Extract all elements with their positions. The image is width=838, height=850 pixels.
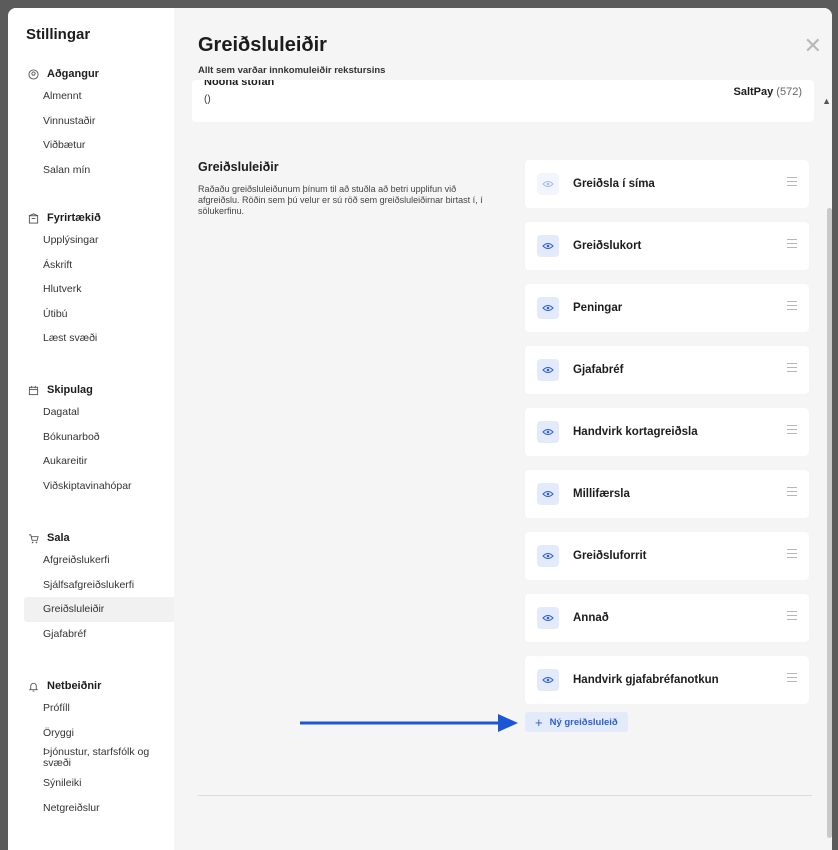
divider bbox=[198, 795, 812, 796]
sidebar-item-netgreidslur[interactable]: Netgreiðslur bbox=[24, 796, 176, 821]
sidebar-item-dagatal[interactable]: Dagatal bbox=[24, 400, 176, 425]
sidebar-item-afgreidslukerfi[interactable]: Afgreiðslukerfi bbox=[24, 548, 176, 573]
sidebar-item-oryggi[interactable]: Öryggi bbox=[24, 721, 176, 746]
payment-method-label: Greiðsla í síma bbox=[573, 178, 655, 190]
drag-handle-icon[interactable] bbox=[787, 301, 797, 311]
drag-handle-icon[interactable] bbox=[787, 611, 797, 621]
eye-icon[interactable] bbox=[537, 297, 559, 319]
payment-method-row[interactable]: Annað bbox=[525, 594, 809, 642]
payment-method-row[interactable]: Greiðsluforrit bbox=[525, 532, 809, 580]
payment-method-row[interactable]: Handvirk kortagreiðsla bbox=[525, 408, 809, 456]
sidebar-section-header: Sala bbox=[26, 528, 176, 548]
eye-icon[interactable] bbox=[537, 669, 559, 691]
sidebar-item-gjafabref[interactable]: Gjafabréf bbox=[24, 622, 176, 647]
sidebar-section-access: Aðgangur Almennt Vinnustaðir Viðbætur Sa… bbox=[26, 64, 176, 182]
sidebar-item-vidskiptavinahopar[interactable]: Viðskiptavinahópar bbox=[24, 474, 176, 499]
payment-method-row[interactable]: Greiðslukort bbox=[525, 222, 809, 270]
eye-icon[interactable] bbox=[537, 421, 559, 443]
section-description: Raðaðu greiðsluleiðunum þínum til að stu… bbox=[198, 184, 483, 216]
payment-method-list: Greiðsla í síma Greiðslukort Peningar Gj… bbox=[525, 160, 809, 718]
drag-handle-icon[interactable] bbox=[787, 425, 797, 435]
sidebar-item-aukareitir[interactable]: Aukareitir bbox=[24, 449, 176, 474]
payment-provider: SaltPay (572) bbox=[734, 86, 803, 98]
sidebar-item-profill[interactable]: Prófíll bbox=[24, 696, 176, 721]
cart-icon bbox=[26, 531, 40, 545]
payment-method-label: Gjafabréf bbox=[573, 364, 624, 376]
drag-handle-icon[interactable] bbox=[787, 487, 797, 497]
page-title: Greiðsluleiðir bbox=[198, 34, 327, 56]
business-card: Noona stofan () SaltPay (572) bbox=[192, 80, 814, 122]
settings-sidebar: Stillingar Aðgangur Almennt Vinnustaðir … bbox=[8, 8, 183, 850]
add-payment-method-button[interactable]: + Ný greiðsluleið bbox=[525, 712, 628, 732]
calendar-icon bbox=[26, 383, 40, 397]
business-name: Noona stofan bbox=[204, 80, 275, 88]
building-icon bbox=[26, 211, 40, 225]
close-icon[interactable]: ✕ bbox=[804, 35, 822, 57]
payment-method-row[interactable]: Peningar bbox=[525, 284, 809, 332]
plus-icon: + bbox=[535, 714, 543, 730]
payment-method-label: Greiðsluforrit bbox=[573, 550, 647, 562]
section-title: Greiðsluleiðir bbox=[198, 160, 279, 174]
drag-handle-icon[interactable] bbox=[787, 549, 797, 559]
user-circle-icon bbox=[26, 67, 40, 81]
add-payment-method-label: Ný greiðsluleið bbox=[549, 716, 618, 728]
annotation-arrow bbox=[300, 714, 518, 732]
sidebar-item-vinnustadir[interactable]: Vinnustaðir bbox=[24, 109, 176, 134]
sidebar-item-upplysingar[interactable]: Upplýsingar bbox=[24, 228, 176, 253]
eye-icon[interactable] bbox=[537, 483, 559, 505]
eye-icon[interactable] bbox=[537, 359, 559, 381]
sidebar-item-sjalfsafgreidslukerfi[interactable]: Sjálfsafgreiðslukerfi bbox=[24, 573, 176, 598]
sidebar-section-online: Netbeiðnir Prófíll Öryggi Þjónustur, sta… bbox=[26, 676, 176, 820]
eye-icon[interactable] bbox=[537, 545, 559, 567]
payment-method-row[interactable]: Millifærsla bbox=[525, 470, 809, 518]
scroll-up-icon[interactable]: ▲ bbox=[822, 96, 831, 106]
sidebar-item-askrift[interactable]: Áskrift bbox=[24, 253, 176, 278]
provider-name: SaltPay bbox=[733, 86, 774, 98]
sidebar-item-thjonustur[interactable]: Þjónustur, starfsfólk og svæði bbox=[24, 745, 176, 771]
sidebar-section-header: Aðgangur bbox=[26, 64, 176, 84]
payment-method-label: Peningar bbox=[573, 302, 623, 314]
drag-handle-icon[interactable] bbox=[787, 673, 797, 683]
settings-modal: Stillingar Aðgangur Almennt Vinnustaðir … bbox=[8, 8, 832, 850]
payment-method-row[interactable]: Gjafabréf bbox=[525, 346, 809, 394]
payment-method-row[interactable]: Greiðsla í síma bbox=[525, 160, 809, 208]
sidebar-section-header: Netbeiðnir bbox=[26, 676, 176, 696]
drag-handle-icon[interactable] bbox=[787, 363, 797, 373]
sidebar-item-hlutverk[interactable]: Hlutverk bbox=[24, 277, 176, 302]
sidebar-item-laest-svaedi[interactable]: Læst svæði bbox=[24, 326, 176, 351]
eye-icon[interactable] bbox=[537, 607, 559, 629]
sidebar-item-almennt[interactable]: Almennt bbox=[24, 84, 176, 109]
payment-method-label: Annað bbox=[573, 612, 609, 624]
payment-method-row[interactable]: Handvirk gjafabréfanotkun bbox=[525, 656, 809, 704]
sidebar-section-sales: Sala Afgreiðslukerfi Sjálfsafgreiðsluker… bbox=[24, 528, 183, 647]
drag-handle-icon[interactable] bbox=[787, 177, 797, 187]
sidebar-section-company: Fyrirtækið Upplýsingar Áskrift Hlutverk … bbox=[26, 208, 176, 351]
sidebar-item-vidbaetur[interactable]: Viðbætur bbox=[24, 133, 176, 158]
sidebar-section-header: Skipulag bbox=[26, 380, 176, 400]
sidebar-title: Stillingar bbox=[26, 26, 91, 43]
sidebar-item-utibu[interactable]: Útibú bbox=[24, 302, 176, 327]
sidebar-item-greidsluleidir[interactable]: Greiðsluleiðir bbox=[24, 597, 183, 622]
scrollbar[interactable] bbox=[827, 208, 832, 838]
sidebar-item-synileiki[interactable]: Sýnileiki bbox=[24, 771, 176, 796]
eye-icon[interactable] bbox=[537, 235, 559, 257]
bell-icon bbox=[26, 679, 40, 693]
page-subtitle: Allt sem varðar innkomuleiðir rekstursin… bbox=[198, 65, 386, 76]
sidebar-section-schedule: Skipulag Dagatal Bókunarboð Aukareitir V… bbox=[26, 380, 176, 498]
main-content: Greiðsluleiðir Allt sem varðar innkomule… bbox=[174, 8, 832, 850]
payment-method-label: Millifærsla bbox=[573, 488, 630, 500]
drag-handle-icon[interactable] bbox=[787, 239, 797, 249]
business-subtext: () bbox=[204, 94, 211, 105]
sidebar-item-salan-min[interactable]: Salan mín bbox=[24, 158, 176, 183]
provider-id: (572) bbox=[773, 86, 802, 98]
payment-method-label: Handvirk gjafabréfanotkun bbox=[573, 674, 719, 686]
payment-method-label: Greiðslukort bbox=[573, 240, 642, 252]
eye-icon[interactable] bbox=[537, 173, 559, 195]
sidebar-section-header: Fyrirtækið bbox=[26, 208, 176, 228]
sidebar-item-bokunarbod[interactable]: Bókunarboð bbox=[24, 425, 176, 450]
payment-method-label: Handvirk kortagreiðsla bbox=[573, 426, 698, 438]
